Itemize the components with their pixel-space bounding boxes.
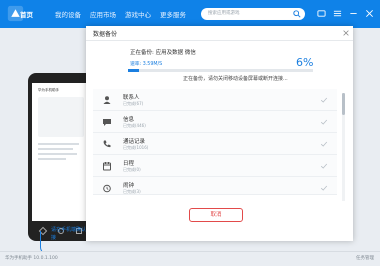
calendar-icon <box>103 162 111 171</box>
cancel-button[interactable]: 取消 <box>189 208 243 222</box>
top-nav-bar: 首页 我的设备 应用市场 游戏中心 更多服务 搜索应用或游戏 <box>0 0 380 28</box>
backup-dialog: 数据备份 正在备份: 应用及数据 微信 速率: 3.59M/S 6% 正在备份，… <box>86 26 353 241</box>
nav-my-devices[interactable]: 我的设备 <box>55 0 81 28</box>
dialog-divider <box>86 40 353 41</box>
list-item: 通话记录 已完成(1016) <box>93 133 337 155</box>
phone-screen-illustration <box>38 97 84 137</box>
phone-hint-text: 请在手机端确认连接 <box>51 227 92 241</box>
list-item: 联系人 已完成(67) <box>93 89 337 111</box>
feedback-icon[interactable] <box>317 9 326 18</box>
check-icon <box>320 141 328 147</box>
alarm-icon <box>103 184 111 193</box>
list-item-status: 已完成(3) <box>123 189 141 194</box>
check-icon <box>320 97 328 103</box>
nav-more-services-label: 更多服务 <box>160 11 186 19</box>
nav-home-label: 首页 <box>20 11 33 19</box>
list-item-status: 已完成(67) <box>123 101 144 106</box>
version-text: 华为手机助手 10.0.1.100 <box>5 256 58 261</box>
dialog-title: 数据备份 <box>93 31 118 38</box>
list-scrollbar[interactable] <box>342 93 345 201</box>
list-item-status: 已完成(0) <box>123 167 141 172</box>
nav-game-center[interactable]: 游戏中心 <box>125 0 151 28</box>
contacts-icon <box>103 96 111 104</box>
list-item-name: 日程 <box>123 161 135 167</box>
task-manager-link[interactable]: 任务管理 <box>356 252 374 266</box>
nav-app-market-label: 应用市场 <box>90 11 116 19</box>
nav-app-market[interactable]: 应用市场 <box>90 0 116 28</box>
backup-speed-text: 速率: 3.59M/S <box>130 62 163 67</box>
phone-mockup: 华为手机助手 <box>28 73 94 241</box>
list-item: 闹钟 已完成(3) <box>93 177 337 195</box>
list-item: 信息 已完成(446) <box>93 111 337 133</box>
close-window-icon[interactable] <box>365 9 374 18</box>
check-icon <box>320 163 328 169</box>
search-input[interactable]: 搜索应用或游戏 <box>201 8 305 20</box>
nav-my-devices-label: 我的设备 <box>55 11 81 19</box>
call-log-icon <box>103 140 111 148</box>
minimize-icon[interactable] <box>349 9 358 18</box>
progress-bar <box>128 69 313 72</box>
list-item-name: 闹钟 <box>123 183 135 189</box>
check-icon <box>320 119 328 125</box>
nav-more-services[interactable]: 更多服务 <box>160 0 186 28</box>
progress-percent: 6% <box>296 56 314 69</box>
status-bar: 华为手机助手 10.0.1.100 任务管理 <box>0 251 380 266</box>
list-item-status: 已完成(1016) <box>123 145 149 150</box>
backup-status-text: 正在备份: 应用及数据 微信 <box>130 50 196 56</box>
search-placeholder: 搜索应用或游戏 <box>208 11 240 16</box>
phone-preview-panel: 华为手机助手 请在手机端确认连接 <box>0 28 94 255</box>
phone-screen-title: 华为手机助手 <box>38 88 59 92</box>
list-item-name: 信息 <box>123 117 135 123</box>
progress-bar-fill <box>128 69 140 72</box>
list-item-name: 通话记录 <box>123 139 146 145</box>
backup-warning-text: 正在备份，请勿关闭移动设备屏幕或断开连接... <box>183 76 288 82</box>
nav-home[interactable]: 首页 <box>20 0 33 28</box>
search-icon[interactable] <box>293 10 301 18</box>
nav-game-center-label: 游戏中心 <box>125 11 151 19</box>
menu-icon[interactable] <box>333 9 342 18</box>
list-item-name: 联系人 <box>123 95 140 101</box>
close-icon[interactable] <box>342 29 350 37</box>
list-item: 日程 已完成(0) <box>93 155 337 177</box>
check-icon <box>320 185 328 191</box>
list-item-status: 已完成(446) <box>123 123 146 128</box>
phone-screen: 华为手机助手 <box>32 83 90 221</box>
phone-screen-text <box>38 143 84 163</box>
message-icon <box>103 119 111 126</box>
scrollbar-thumb[interactable] <box>342 93 345 115</box>
